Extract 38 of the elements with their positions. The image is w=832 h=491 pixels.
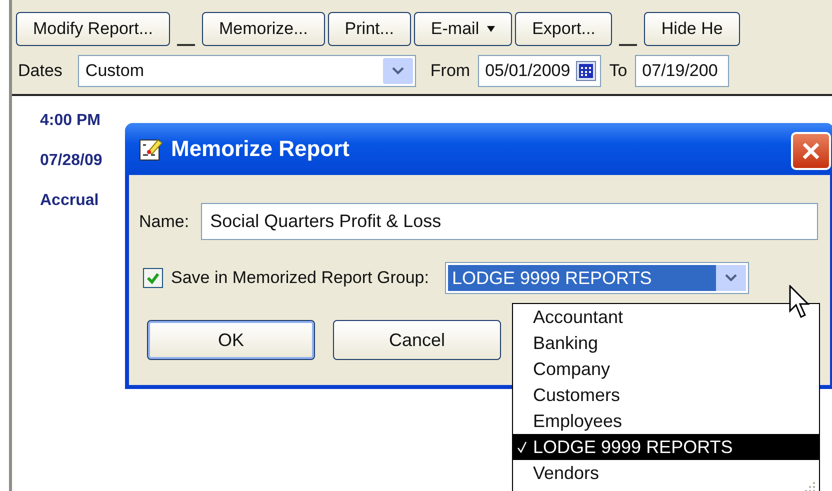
toolbar-button[interactable]: Memorize... [202,12,325,46]
caret-icon [487,26,496,32]
dropdown-item[interactable]: Customers [513,382,819,408]
checkmark-icon [146,271,160,285]
report-header-text: 4:00 PM [40,112,102,131]
checkmark-icon [517,441,527,453]
checkbox[interactable] [143,268,163,288]
toolbar-button[interactable]: Export... [515,12,612,46]
save-group-label: Save in Memorized Report Group: [171,268,429,288]
group-dropdown[interactable]: LODGE 9999 REPORTS [444,262,749,294]
dialog-title: Memorize Report [171,136,350,162]
cancel-button[interactable]: Cancel [333,320,501,360]
from-date-field[interactable]: 05/01/2009 [478,55,602,87]
resize-grip-icon[interactable] [803,480,817,491]
to-label: To [609,61,628,81]
from-label: From [430,61,470,81]
dropdown-item[interactable]: Company [513,356,819,382]
close-button[interactable] [791,132,831,170]
dropdown-item[interactable]: LODGE 9999 REPORTS [513,434,819,460]
name-field[interactable]: Social Quarters Profit & Loss [201,203,818,240]
calendar-icon[interactable] [576,61,596,81]
dropdown-item[interactable]: Accountant [513,304,819,330]
toolbar-button[interactable]: Modify Report... [16,12,170,46]
dates-label: Dates [18,61,62,81]
dropdown-item[interactable]: Vendors [513,460,819,486]
close-icon [800,140,822,162]
report-header-text: Accrual [40,192,100,211]
toolbar-button[interactable]: Print... [328,12,411,46]
report-header-text: 07/28/09 [40,152,104,171]
email-menu-button[interactable]: E-mail [414,12,512,46]
dropdown-item[interactable]: Banking [513,330,819,356]
dates-dropdown[interactable]: Custom [78,55,416,87]
dropdown-item[interactable]: Employees [513,408,819,434]
to-date-field[interactable]: 07/19/200 [635,55,729,87]
name-label: Name: [139,212,190,232]
toolbar-button[interactable]: Hide He [644,12,740,46]
ok-button[interactable]: OK [147,320,315,360]
memo-pencil-icon [139,137,163,161]
